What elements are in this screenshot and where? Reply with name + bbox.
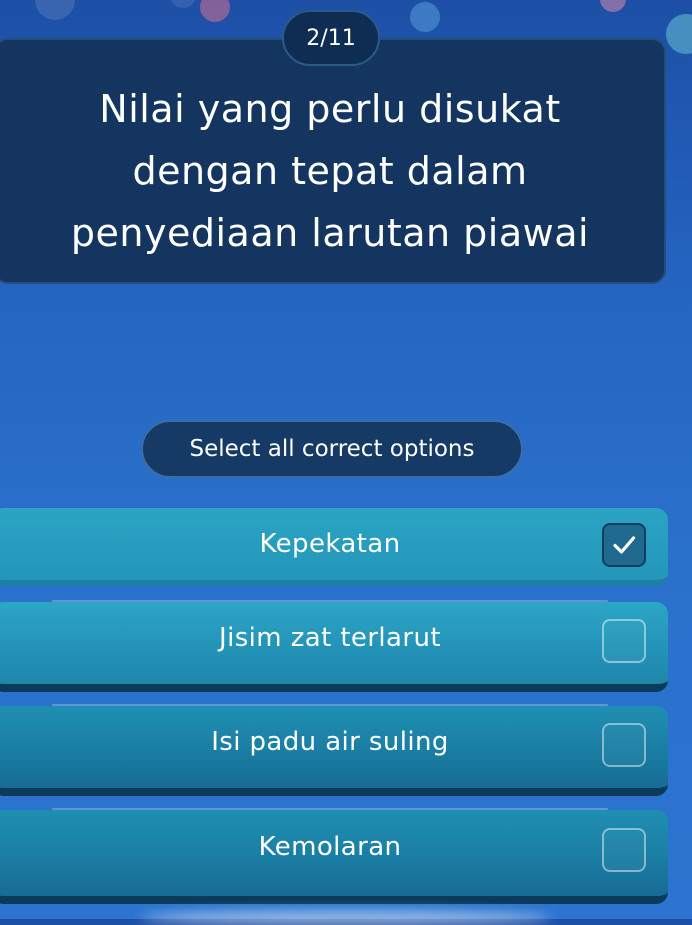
option-kepekatan[interactable]: Kepekatan xyxy=(0,508,668,586)
background-bokeh xyxy=(200,0,230,22)
option-kemolaran[interactable]: Kemolaran xyxy=(0,808,668,904)
option-isi-padu-air-suling[interactable]: Isi padu air suling xyxy=(0,704,668,796)
question-text: Nilai yang perlu disukat dengan tepat da… xyxy=(70,87,590,255)
checkmark-icon xyxy=(613,536,636,554)
bottom-glow xyxy=(140,911,552,925)
option-checkbox[interactable] xyxy=(602,828,646,872)
option-label: Kepekatan xyxy=(259,529,401,559)
option-label: Jisim zat terlarut xyxy=(219,623,441,653)
instruction-label: Select all correct options xyxy=(141,420,523,478)
background-bokeh xyxy=(170,0,196,8)
question-counter: 2/11 xyxy=(282,10,380,66)
background-bokeh xyxy=(666,14,692,54)
option-checkbox[interactable] xyxy=(602,523,646,567)
option-label: Isi padu air suling xyxy=(211,727,449,757)
option-jisim-zat-terlarut[interactable]: Jisim zat terlarut xyxy=(0,600,668,692)
background-bokeh xyxy=(410,2,440,32)
background-bokeh xyxy=(600,0,626,12)
option-label: Kemolaran xyxy=(258,832,402,862)
option-checkbox[interactable] xyxy=(602,723,646,767)
option-checkbox[interactable] xyxy=(602,619,646,663)
question-card: Nilai yang perlu disukat dengan tepat da… xyxy=(0,38,666,284)
background-bokeh xyxy=(35,0,75,20)
